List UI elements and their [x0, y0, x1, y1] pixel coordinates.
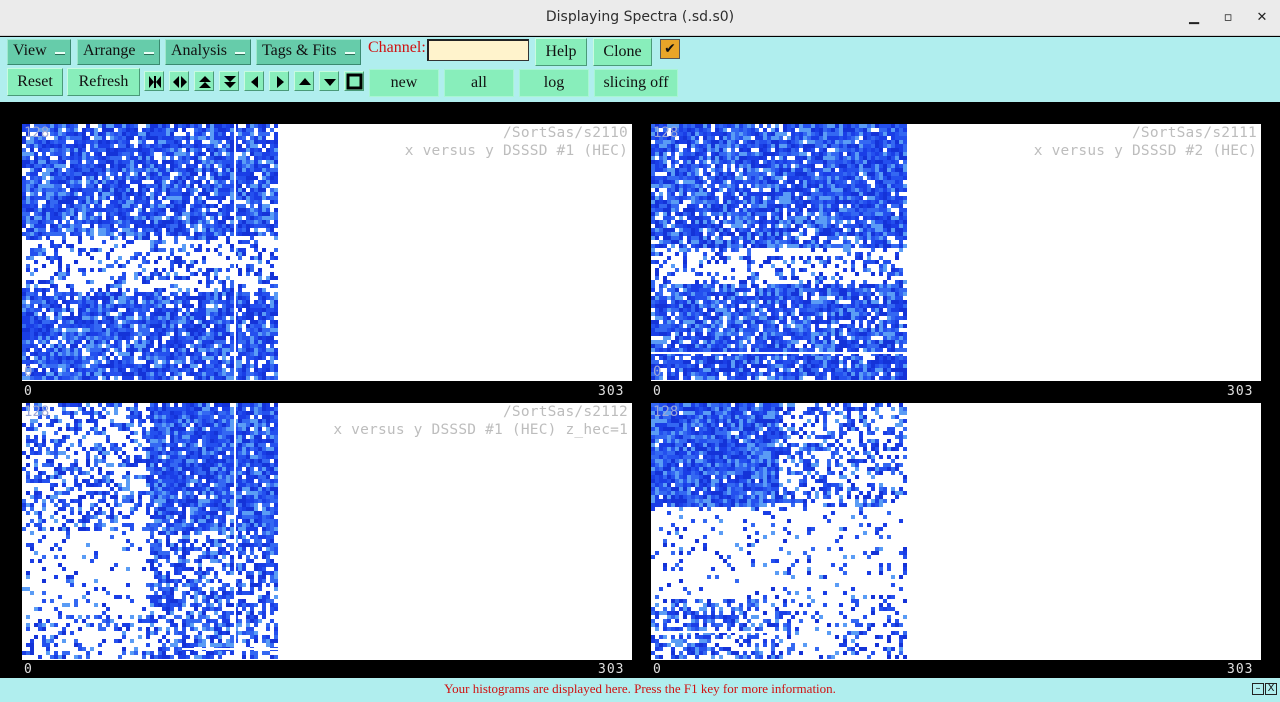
histogram-plot[interactable]: [22, 124, 278, 381]
tags-fits-menu-label: Tags & Fits: [262, 42, 337, 59]
x-max-label: 303: [598, 662, 625, 677]
histogram-plot[interactable]: [22, 403, 278, 660]
status-close-button[interactable]: X: [1265, 683, 1277, 695]
y-min-label: 0: [24, 364, 33, 380]
status-bar: Your histograms are displayed here. Pres…: [0, 678, 1280, 702]
next-icon[interactable]: [269, 71, 289, 91]
x-max-label: 303: [1227, 384, 1254, 399]
x-min-label: 0: [24, 384, 33, 399]
spectrum-path: /SortSas/s2110: [502, 125, 628, 141]
y-max-label: 128: [653, 125, 679, 141]
enable-checkbox[interactable]: ✔: [660, 39, 680, 59]
dropdown-icon: [144, 52, 154, 55]
channel-label: Channel:: [368, 39, 426, 56]
y-max-label: 128: [24, 125, 50, 141]
dropdown-icon: [345, 52, 355, 55]
histogram-plot[interactable]: [651, 124, 907, 381]
y-min-label: 0: [653, 364, 662, 380]
spectrum-path: /SortSas/s2112: [502, 404, 628, 420]
channel-input[interactable]: [427, 39, 529, 61]
reset-button[interactable]: Reset: [7, 68, 63, 96]
status-message: Your histograms are displayed here. Pres…: [444, 681, 836, 696]
spectrum-title: x versus y DSSSD #1 (HEC) z_hec=1: [333, 422, 628, 438]
y-max-label: 128: [24, 404, 50, 420]
spectrum-panel-4[interactable]: 128: [651, 403, 1261, 660]
dropdown-icon: [235, 52, 245, 55]
spectrum-path: /SortSas/s2111: [1131, 125, 1257, 141]
slicing-off-button[interactable]: slicing off: [594, 69, 678, 97]
x-min-label: 0: [653, 384, 662, 399]
stop-square-icon[interactable]: [344, 71, 364, 91]
y-max-label: 128: [653, 404, 679, 420]
status-minimize-button[interactable]: –: [1252, 683, 1264, 695]
expand-down-icon[interactable]: [219, 71, 239, 91]
arrange-menu[interactable]: Arrange: [77, 39, 160, 65]
window-titlebar: Displaying Spectra (.sd.s0) ▁ ▫ ✕: [0, 0, 1280, 36]
refresh-button[interactable]: Refresh: [67, 68, 140, 96]
close-window-button[interactable]: ✕: [1252, 8, 1272, 28]
analysis-menu-label: Analysis: [171, 42, 227, 59]
up-icon[interactable]: [294, 71, 314, 91]
minimize-window-button[interactable]: ▁: [1184, 8, 1204, 28]
log-button[interactable]: log: [519, 69, 589, 97]
histogram-plot[interactable]: [651, 403, 907, 660]
dropdown-icon: [55, 52, 65, 55]
first-page-icon[interactable]: [144, 71, 164, 91]
expand-up-icon[interactable]: [194, 71, 214, 91]
x-min-label: 0: [653, 662, 662, 677]
arrange-menu-label: Arrange: [83, 42, 136, 59]
spectrum-panel-3[interactable]: 128 /SortSas/s2112 x versus y DSSSD #1 (…: [22, 403, 632, 660]
prev-icon[interactable]: [244, 71, 264, 91]
view-menu-label: View: [13, 42, 47, 59]
all-button[interactable]: all: [444, 69, 514, 97]
toolbar: View Arrange Analysis Tags & Fits Channe…: [0, 37, 1280, 102]
clone-button[interactable]: Clone: [593, 38, 652, 66]
x-min-label: 0: [24, 662, 33, 677]
spectrum-panel-2[interactable]: 128 0 /SortSas/s2111 x versus y DSSSD #2…: [651, 124, 1261, 381]
new-button[interactable]: new: [369, 69, 439, 97]
tags-fits-menu[interactable]: Tags & Fits: [256, 39, 361, 65]
x-max-label: 303: [598, 384, 625, 399]
down-icon[interactable]: [319, 71, 339, 91]
window-title: Displaying Spectra (.sd.s0): [545, 9, 735, 25]
spectrum-panel-1[interactable]: 128 0 /SortSas/s2110 x versus y DSSSD #1…: [22, 124, 632, 381]
view-menu[interactable]: View: [7, 39, 71, 65]
spectrum-title: x versus y DSSSD #1 (HEC): [404, 143, 628, 159]
spectrum-title: x versus y DSSSD #2 (HEC): [1033, 143, 1257, 159]
help-button[interactable]: Help: [535, 38, 587, 66]
expand-horizontal-icon[interactable]: [169, 71, 189, 91]
x-max-label: 303: [1227, 662, 1254, 677]
analysis-menu[interactable]: Analysis: [165, 39, 251, 65]
maximize-window-button[interactable]: ▫: [1218, 8, 1238, 28]
